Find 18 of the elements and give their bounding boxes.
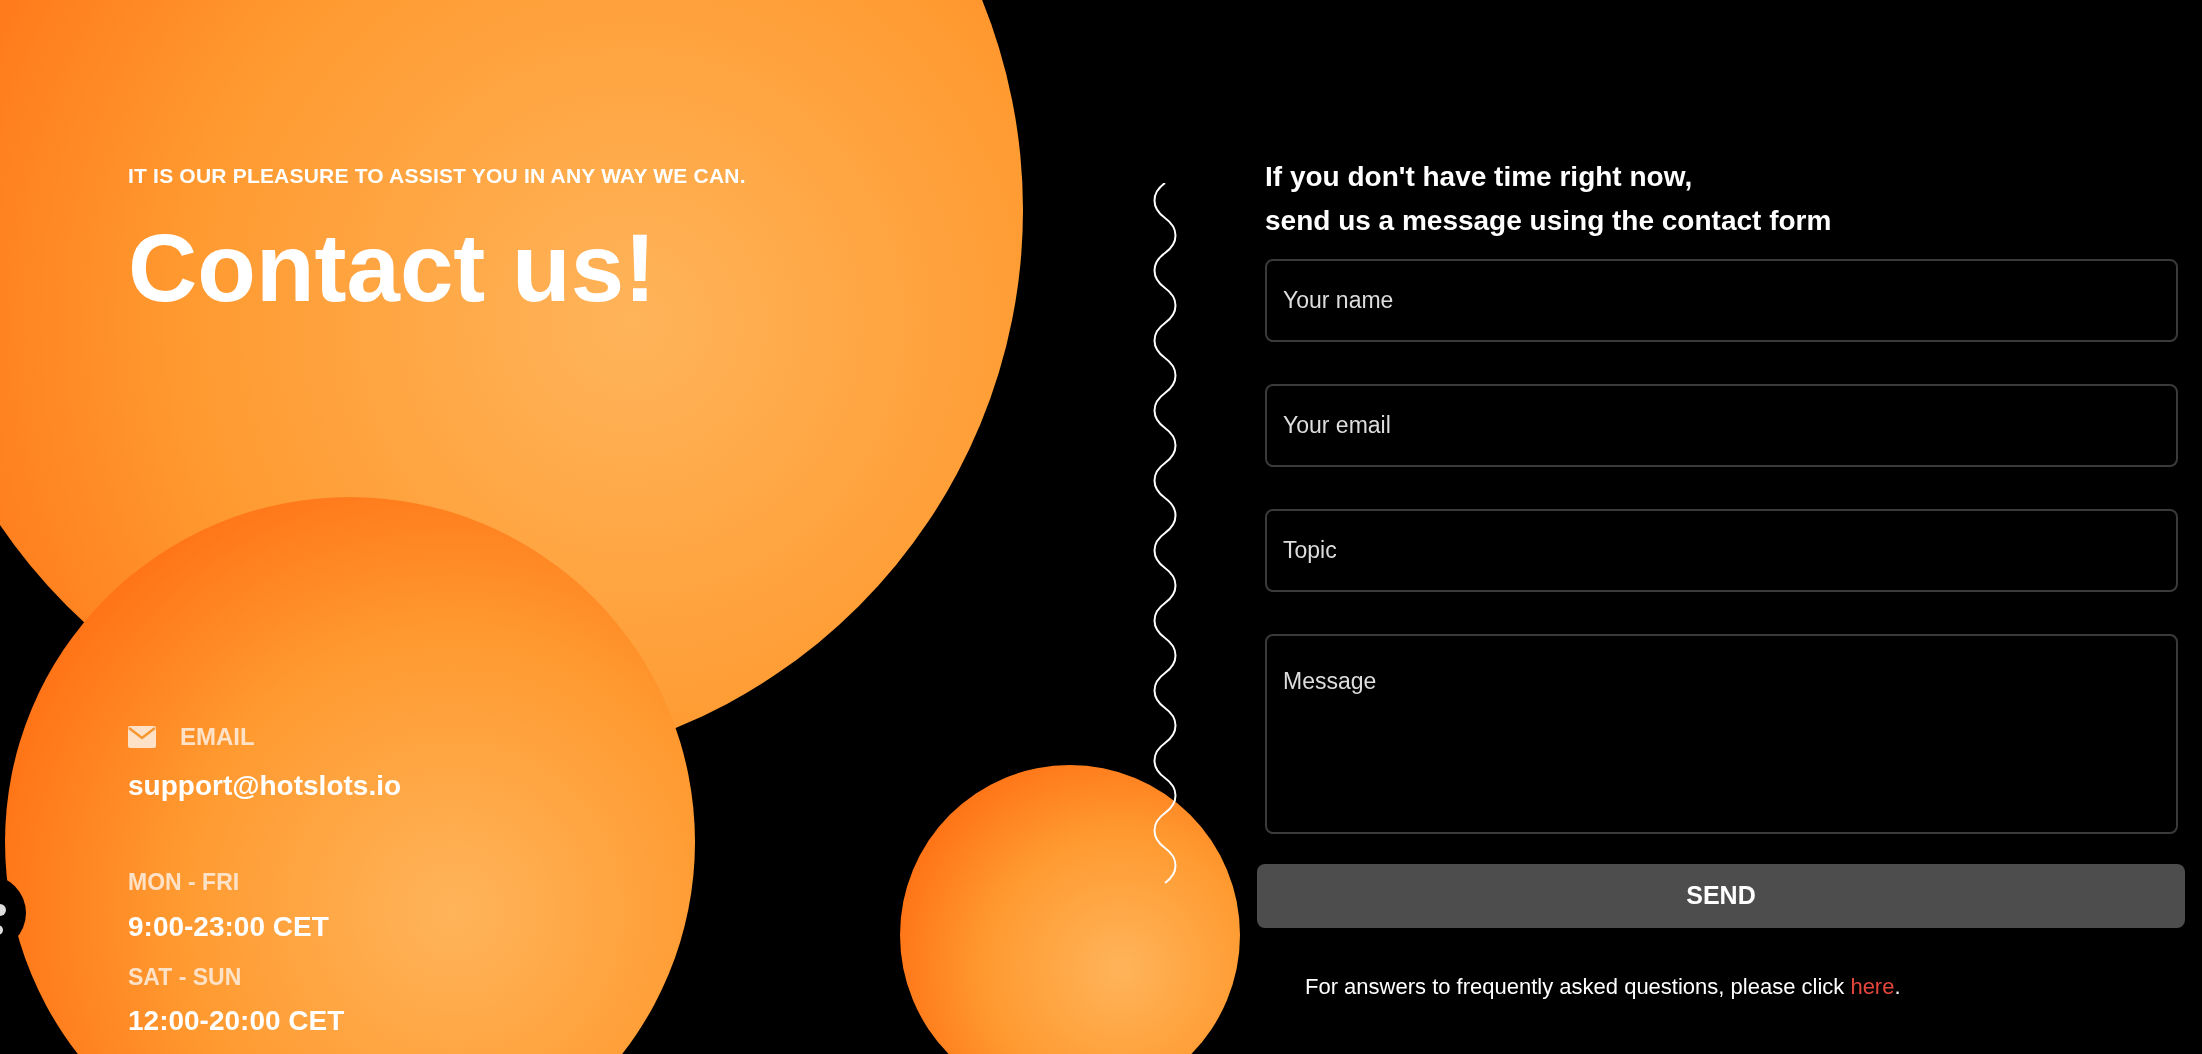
message-field[interactable]: Message xyxy=(1265,634,2178,834)
email-address: support@hotslots.io xyxy=(128,769,403,804)
faq-link[interactable]: here xyxy=(1850,974,1895,999)
send-button[interactable]: SEND xyxy=(1257,864,2185,928)
input-field[interactable]: Your email xyxy=(1265,384,2178,467)
page-title: Contact us! xyxy=(128,219,657,316)
days-label: SAT - SUN xyxy=(128,962,243,992)
email-label: EMAIL xyxy=(180,722,255,753)
tagline: IT IS OUR PLEASURE TO ASSIST YOU IN ANY WAY WE CAN. xyxy=(128,163,747,189)
input-field[interactable]: Your name xyxy=(1265,259,2178,342)
hours-text: 9:00-23:00 CET xyxy=(128,909,330,944)
envelope-icon xyxy=(128,726,156,749)
days-label: MON - FRI xyxy=(128,868,241,897)
hours-text: 12:00-20:00 CET xyxy=(128,1004,346,1038)
faq-note: For answers to frequently asked questions, please click here. xyxy=(1305,973,1902,1001)
form-heading: If you don't have time right now, xyxy=(1265,160,1694,194)
input-field[interactable]: Topic xyxy=(1265,509,2178,592)
form-heading: send us a message using the contact form xyxy=(1265,204,1833,238)
